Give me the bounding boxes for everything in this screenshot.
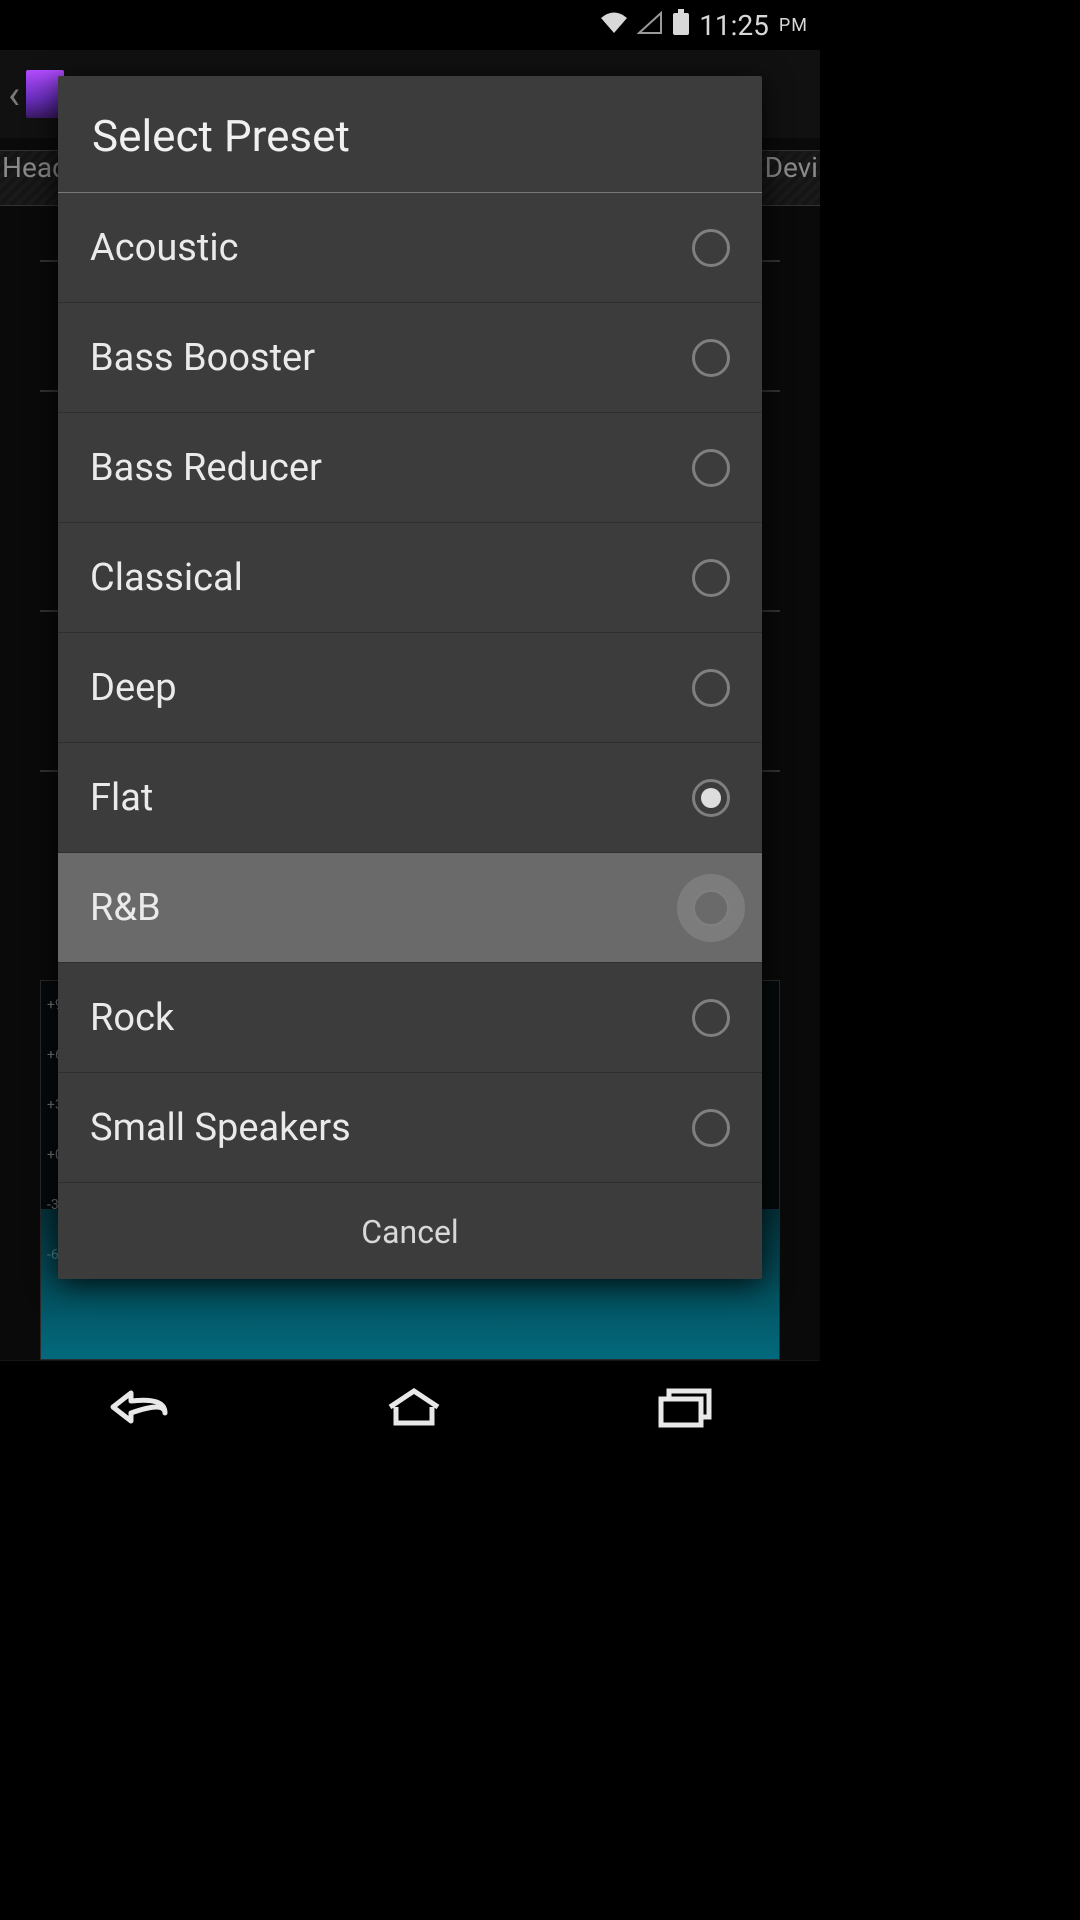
radio-icon[interactable] <box>692 889 730 927</box>
dialog-title: Select Preset <box>58 76 762 192</box>
preset-label: Rock <box>90 996 692 1040</box>
preset-option[interactable]: Small Speakers <box>58 1073 762 1183</box>
select-preset-dialog: Select Preset Acoustic Bass Booster Bass R… <box>58 76 762 1279</box>
status-bar: 11:25 PM <box>0 0 820 50</box>
back-button[interactable] <box>103 1387 175 1431</box>
preset-label: Flat <box>90 776 692 820</box>
preset-option[interactable]: R&B <box>58 853 762 963</box>
preset-label: Bass Reducer <box>90 446 692 490</box>
navigation-bar <box>0 1360 820 1456</box>
back-icon[interactable]: ‹ <box>8 71 20 118</box>
status-ampm: PM <box>779 15 808 36</box>
cell-signal-icon <box>637 9 663 42</box>
preset-option[interactable]: Acoustic <box>58 193 762 303</box>
radio-icon[interactable] <box>692 779 730 817</box>
preset-label: Bass Booster <box>90 336 692 380</box>
battery-icon <box>671 9 691 42</box>
preset-list: Acoustic Bass Booster Bass Reducer Classica… <box>58 193 762 1183</box>
recents-button[interactable] <box>653 1385 717 1433</box>
radio-icon[interactable] <box>692 999 730 1037</box>
radio-icon[interactable] <box>692 559 730 597</box>
radio-icon[interactable] <box>692 1109 730 1147</box>
radio-icon[interactable] <box>692 669 730 707</box>
preset-label: Deep <box>90 666 692 710</box>
preset-label: Acoustic <box>90 226 692 270</box>
preset-option[interactable]: Deep <box>58 633 762 743</box>
wifi-icon <box>599 9 629 42</box>
preset-label: R&B <box>90 886 692 930</box>
tab-right-partial[interactable]: Devi <box>765 151 818 205</box>
cancel-button[interactable]: Cancel <box>58 1183 762 1279</box>
preset-option[interactable]: Classical <box>58 523 762 633</box>
preset-label: Small Speakers <box>90 1106 692 1150</box>
radio-icon[interactable] <box>692 339 730 377</box>
preset-option[interactable]: Flat <box>58 743 762 853</box>
status-time: 11:25 <box>699 9 769 42</box>
preset-option[interactable]: Rock <box>58 963 762 1073</box>
home-button[interactable] <box>382 1387 446 1431</box>
radio-icon[interactable] <box>692 229 730 267</box>
preset-option[interactable]: Bass Booster <box>58 303 762 413</box>
radio-icon[interactable] <box>692 449 730 487</box>
preset-option[interactable]: Bass Reducer <box>58 413 762 523</box>
preset-label: Classical <box>90 556 692 600</box>
